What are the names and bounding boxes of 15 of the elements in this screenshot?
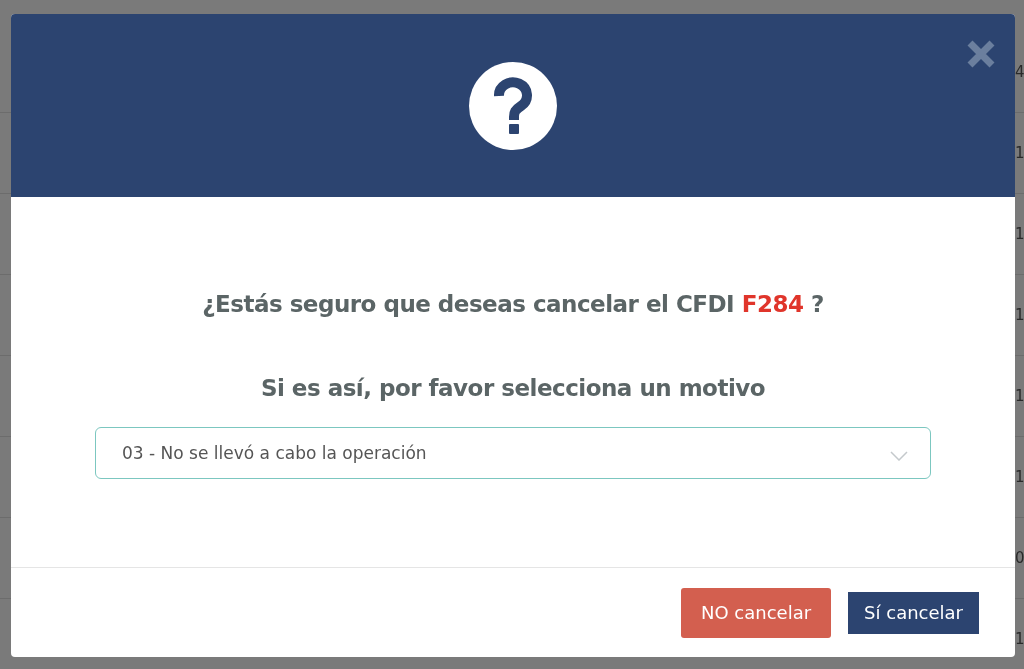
- reason-prompt: Si es así, por favor selecciona un motivo: [260, 375, 766, 401]
- table-cell-text: 4: [1015, 63, 1024, 81]
- close-button[interactable]: [965, 38, 997, 70]
- reason-dropdown[interactable]: 03 - No se llevó a cabo la operación: [95, 427, 931, 479]
- table-cell-text: 1: [1015, 468, 1024, 486]
- question-icon: [469, 61, 557, 150]
- cancel-button[interactable]: NO cancelar: [681, 587, 832, 638]
- table-cell-text: 1: [1015, 387, 1024, 405]
- confirmation-question: ¿Estás seguro que deseas cancelar el CFDI F284 ?: [202, 291, 824, 317]
- table-cell-text: 1: [1015, 144, 1024, 162]
- table-cell-text: 0: [1015, 549, 1024, 567]
- table-cell-text: 1: [1015, 306, 1024, 324]
- table-cell-text: 1: [1015, 225, 1024, 243]
- table-cell-text: 1: [1015, 630, 1024, 648]
- chevron-down-icon: [890, 451, 908, 461]
